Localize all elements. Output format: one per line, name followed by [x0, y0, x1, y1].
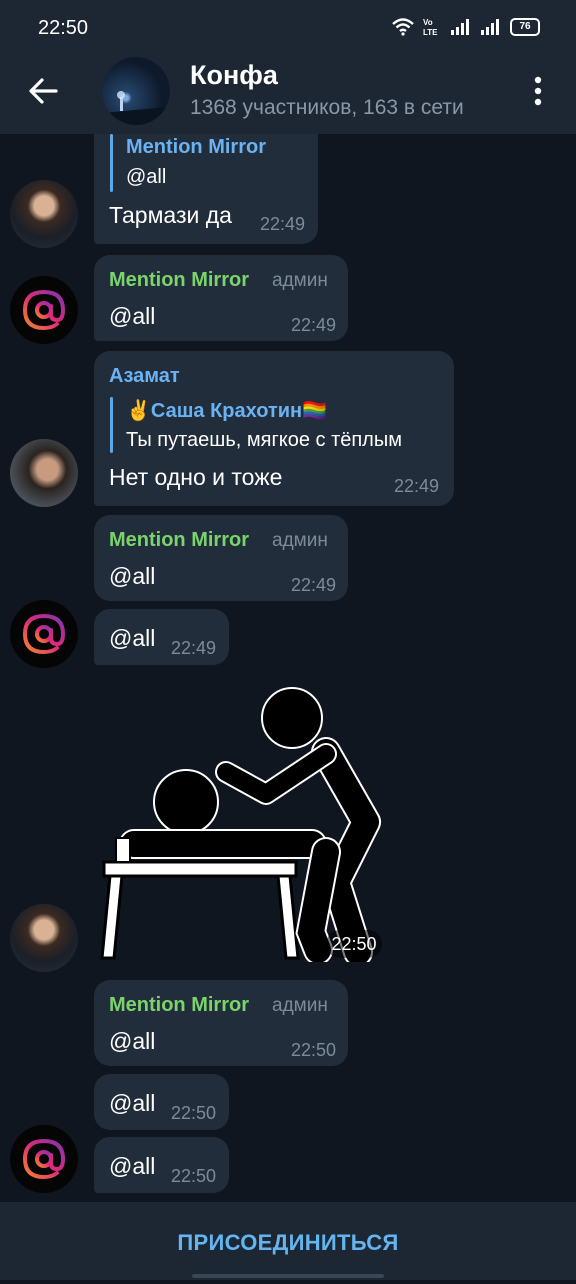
avatar[interactable]: [10, 439, 78, 507]
mention-icon: [22, 613, 66, 655]
message-bubble[interactable]: @all 22:50: [94, 1074, 229, 1130]
message-time: 22:50: [291, 1040, 337, 1060]
mention-icon: [22, 1138, 66, 1180]
message-time: 22:49: [171, 638, 217, 658]
more-vert-icon[interactable]: [532, 76, 544, 106]
message-text: @all: [109, 625, 156, 651]
sticker-image[interactable]: [96, 682, 386, 962]
chat-subtitle: 1368 участников, 163 в сети: [190, 96, 464, 119]
sender-name[interactable]: Mention Mirror: [109, 529, 249, 552]
admin-badge: админ: [272, 995, 328, 1016]
message-bubble[interactable]: Азамат ✌️Саша Крахотин🏳️‍🌈 Ты путаешь, м…: [94, 351, 454, 506]
wifi-icon: [392, 18, 414, 36]
message-text: Тармази да: [109, 202, 232, 228]
join-button[interactable]: ПРИСОЕДИНИТЬСЯ: [0, 1202, 576, 1280]
sender-name[interactable]: Mention Mirror: [109, 269, 249, 292]
message-bubble[interactable]: @all 22:49: [94, 609, 229, 665]
chat-title[interactable]: Конфа: [190, 60, 278, 91]
message-text: @all: [109, 1028, 156, 1054]
message-time: 22:49: [394, 476, 440, 496]
message-bubble[interactable]: Mention Mirror админ @all 22:50: [94, 980, 348, 1066]
message-time: 22:49: [260, 214, 306, 234]
message-text: @all: [109, 303, 156, 329]
avatar[interactable]: [10, 1125, 78, 1193]
reply-quote-bar: [110, 134, 113, 192]
message-list[interactable]: Mention Mirror @all Тармази да 22:49 Men…: [0, 134, 576, 1202]
message-bubble[interactable]: Mention Mirror админ @all 22:49: [94, 515, 348, 601]
signal-icon: [451, 19, 469, 35]
message-text: @all: [109, 563, 156, 589]
join-bar: ПРИСОЕДИНИТЬСЯ: [0, 1202, 576, 1280]
admin-badge: админ: [272, 270, 328, 291]
message-bubble[interactable]: Mention Mirror @all Тармази да 22:49: [94, 134, 318, 244]
sender-name[interactable]: Азамат: [109, 365, 180, 388]
sticker-time: 22:50: [326, 930, 382, 958]
message-text: Нет одно и тоже: [109, 464, 283, 490]
avatar[interactable]: [10, 276, 78, 344]
status-icons: Vo LTE 76: [392, 16, 540, 38]
sender-name[interactable]: Mention Mirror: [109, 994, 249, 1017]
back-arrow-icon[interactable]: [26, 74, 60, 108]
message-time: 22:50: [171, 1103, 217, 1123]
avatar[interactable]: [10, 180, 78, 248]
chat-header: Конфа 1368 участников, 163 в сети: [0, 46, 576, 134]
avatar[interactable]: [10, 600, 78, 668]
svg-text:LTE: LTE: [423, 28, 438, 37]
admin-badge: админ: [272, 530, 328, 551]
message-bubble[interactable]: Mention Mirror админ @all 22:49: [94, 255, 348, 341]
status-time: 22:50: [38, 17, 89, 39]
reply-quote-bar: [110, 397, 113, 453]
group-avatar[interactable]: [102, 57, 170, 125]
message-time: 22:49: [291, 315, 337, 335]
home-indicator[interactable]: [192, 1274, 384, 1278]
volte-icon: Vo LTE: [423, 18, 438, 37]
battery-icon: 76: [510, 18, 540, 36]
signal-icon: [481, 19, 499, 35]
message-text: @all: [109, 1090, 156, 1116]
message-bubble[interactable]: @all 22:50: [94, 1137, 229, 1193]
reply-author[interactable]: Mention Mirror: [126, 136, 266, 159]
status-bar: 22:50 Vo LTE 76: [0, 0, 576, 46]
message-text: @all: [109, 1153, 156, 1179]
reply-author[interactable]: ✌️Саша Крахотин🏳️‍🌈: [126, 398, 327, 423]
reply-text[interactable]: @all: [126, 166, 166, 189]
reply-text[interactable]: Ты путаешь, мягкое с тёплым: [126, 429, 402, 452]
avatar[interactable]: [10, 904, 78, 972]
mention-icon: [22, 289, 66, 331]
message-time: 22:50: [171, 1166, 217, 1186]
svg-text:Vo: Vo: [423, 18, 433, 27]
message-time: 22:49: [291, 575, 337, 595]
